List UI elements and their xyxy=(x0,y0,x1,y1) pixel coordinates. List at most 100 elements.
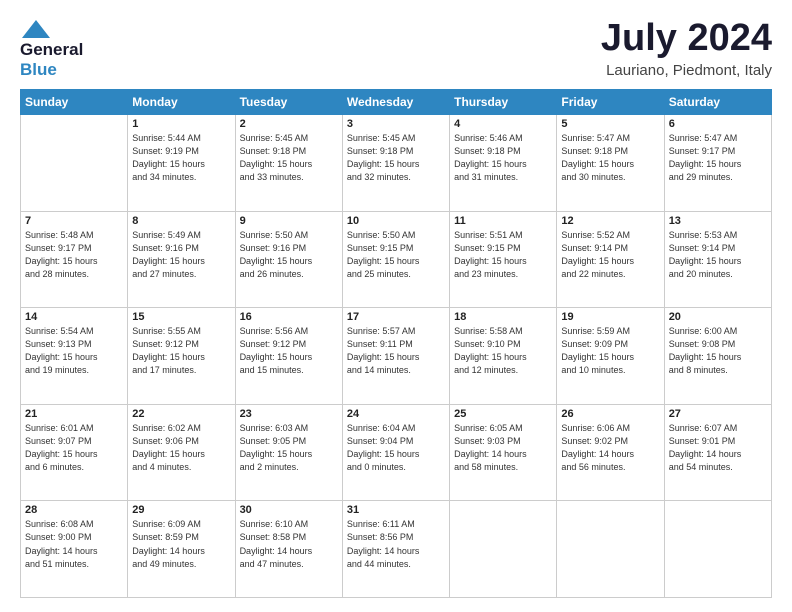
day-number: 17 xyxy=(347,311,445,323)
calendar-cell: 26Sunrise: 6:06 AM Sunset: 9:02 PM Dayli… xyxy=(557,404,664,501)
day-info: Sunrise: 5:47 AM Sunset: 9:18 PM Dayligh… xyxy=(561,132,659,184)
day-number: 1 xyxy=(132,118,230,130)
col-header-saturday: Saturday xyxy=(664,90,771,115)
calendar-week-row: 14Sunrise: 5:54 AM Sunset: 9:13 PM Dayli… xyxy=(21,308,772,405)
day-number: 6 xyxy=(669,118,767,130)
calendar-cell: 15Sunrise: 5:55 AM Sunset: 9:12 PM Dayli… xyxy=(128,308,235,405)
day-number: 30 xyxy=(240,504,338,516)
col-header-monday: Monday xyxy=(128,90,235,115)
day-info: Sunrise: 5:45 AM Sunset: 9:18 PM Dayligh… xyxy=(347,132,445,184)
calendar-cell: 22 Sunrise: 6:02 AM Sunset: 9:06 PM Dayli… xyxy=(128,404,235,501)
calendar-cell: 14Sunrise: 5:54 AM Sunset: 9:13 PM Dayli… xyxy=(21,308,128,405)
day-number: 27 xyxy=(669,408,767,420)
day-info: Sunrise: 5:53 AM Sunset: 9:14 PM Dayligh… xyxy=(669,229,767,281)
calendar-cell xyxy=(557,501,664,598)
day-number: 4 xyxy=(454,118,552,130)
day-info: Sunrise: 5:52 AM Sunset: 9:14 PM Dayligh… xyxy=(561,229,659,281)
calendar-cell: 28Sunrise: 6:08 AM Sunset: 9:00 PM Dayli… xyxy=(21,501,128,598)
day-number: 22 xyxy=(132,408,230,420)
day-number: 19 xyxy=(561,311,659,323)
calendar-cell xyxy=(21,115,128,212)
calendar-week-row: 28Sunrise: 6:08 AM Sunset: 9:00 PM Dayli… xyxy=(21,501,772,598)
calendar-cell xyxy=(450,501,557,598)
day-number: 9 xyxy=(240,215,338,227)
calendar-cell: 27Sunrise: 6:07 AM Sunset: 9:01 PM Dayli… xyxy=(664,404,771,501)
calendar-cell: 25 Sunrise: 6:05 AM Sunset: 9:03 PM Dayli… xyxy=(450,404,557,501)
calendar-cell: 21Sunrise: 6:01 AM Sunset: 9:07 PM Dayli… xyxy=(21,404,128,501)
calendar-cell: 2 Sunrise: 5:45 AM Sunset: 9:18 PM Daylig… xyxy=(235,115,342,212)
day-number: 3 xyxy=(347,118,445,130)
day-info: Sunrise: 6:10 AM Sunset: 8:58 PM Dayligh… xyxy=(240,518,338,570)
day-info: Sunrise: 5:58 AM Sunset: 9:10 PM Dayligh… xyxy=(454,325,552,377)
day-number: 31 xyxy=(347,504,445,516)
calendar-week-row: 1 Sunrise: 5:44 AM Sunset: 9:19 PM Daylig… xyxy=(21,115,772,212)
calendar-cell: 11 Sunrise: 5:51 AM Sunset: 9:15 PM Dayli… xyxy=(450,211,557,308)
calendar-cell: 13 Sunrise: 5:53 AM Sunset: 9:14 PM Dayli… xyxy=(664,211,771,308)
calendar-cell: 23 Sunrise: 6:03 AM Sunset: 9:05 PM Dayli… xyxy=(235,404,342,501)
day-info: Sunrise: 6:05 AM Sunset: 9:03 PM Dayligh… xyxy=(454,422,552,474)
col-header-friday: Friday xyxy=(557,90,664,115)
calendar-cell: 24Sunrise: 6:04 AM Sunset: 9:04 PM Dayli… xyxy=(342,404,449,501)
logo-blue: Blue xyxy=(20,60,83,80)
calendar-cell: 4 Sunrise: 5:46 AM Sunset: 9:18 PM Daylig… xyxy=(450,115,557,212)
day-info: Sunrise: 5:48 AM Sunset: 9:17 PM Dayligh… xyxy=(25,229,123,281)
day-number: 13 xyxy=(669,215,767,227)
logo-general: General xyxy=(20,40,83,60)
col-header-wednesday: Wednesday xyxy=(342,90,449,115)
day-info: Sunrise: 5:50 AM Sunset: 9:15 PM Dayligh… xyxy=(347,229,445,281)
day-info: Sunrise: 5:50 AM Sunset: 9:16 PM Dayligh… xyxy=(240,229,338,281)
calendar-cell: 31 Sunrise: 6:11 AM Sunset: 8:56 PM Dayli… xyxy=(342,501,449,598)
calendar-cell: 7 Sunrise: 5:48 AM Sunset: 9:17 PM Daylig… xyxy=(21,211,128,308)
day-info: Sunrise: 5:45 AM Sunset: 9:18 PM Dayligh… xyxy=(240,132,338,184)
day-info: Sunrise: 5:44 AM Sunset: 9:19 PM Dayligh… xyxy=(132,132,230,184)
day-info: Sunrise: 6:11 AM Sunset: 8:56 PM Dayligh… xyxy=(347,518,445,570)
calendar-cell: 6Sunrise: 5:47 AM Sunset: 9:17 PM Daylig… xyxy=(664,115,771,212)
calendar-cell: 19 Sunrise: 5:59 AM Sunset: 9:09 PM Dayli… xyxy=(557,308,664,405)
day-info: Sunrise: 5:56 AM Sunset: 9:12 PM Dayligh… xyxy=(240,325,338,377)
calendar-cell: 20Sunrise: 6:00 AM Sunset: 9:08 PM Dayli… xyxy=(664,308,771,405)
page: General Blue July 2024 Lauriano, Piedmon… xyxy=(0,0,792,612)
col-header-tuesday: Tuesday xyxy=(235,90,342,115)
day-number: 8 xyxy=(132,215,230,227)
day-info: Sunrise: 5:57 AM Sunset: 9:11 PM Dayligh… xyxy=(347,325,445,377)
month-title: July 2024 xyxy=(601,18,772,60)
logo-icon xyxy=(20,18,52,40)
day-number: 21 xyxy=(25,408,123,420)
day-number: 25 xyxy=(454,408,552,420)
day-number: 5 xyxy=(561,118,659,130)
day-info: Sunrise: 5:59 AM Sunset: 9:09 PM Dayligh… xyxy=(561,325,659,377)
day-info: Sunrise: 5:51 AM Sunset: 9:15 PM Dayligh… xyxy=(454,229,552,281)
title-block: July 2024 Lauriano, Piedmont, Italy xyxy=(601,18,772,79)
day-number: 26 xyxy=(561,408,659,420)
calendar-cell: 16Sunrise: 5:56 AM Sunset: 9:12 PM Dayli… xyxy=(235,308,342,405)
calendar-cell: 1 Sunrise: 5:44 AM Sunset: 9:19 PM Daylig… xyxy=(128,115,235,212)
day-info: Sunrise: 5:46 AM Sunset: 9:18 PM Dayligh… xyxy=(454,132,552,184)
day-number: 12 xyxy=(561,215,659,227)
day-info: Sunrise: 6:02 AM Sunset: 9:06 PM Dayligh… xyxy=(132,422,230,474)
calendar-week-row: 21Sunrise: 6:01 AM Sunset: 9:07 PM Dayli… xyxy=(21,404,772,501)
day-number: 7 xyxy=(25,215,123,227)
calendar-cell: 17 Sunrise: 5:57 AM Sunset: 9:11 PM Dayli… xyxy=(342,308,449,405)
calendar-cell xyxy=(664,501,771,598)
day-info: Sunrise: 6:04 AM Sunset: 9:04 PM Dayligh… xyxy=(347,422,445,474)
day-info: Sunrise: 6:08 AM Sunset: 9:00 PM Dayligh… xyxy=(25,518,123,570)
day-number: 18 xyxy=(454,311,552,323)
header: General Blue July 2024 Lauriano, Piedmon… xyxy=(20,18,772,79)
calendar-cell: 10 Sunrise: 5:50 AM Sunset: 9:15 PM Dayli… xyxy=(342,211,449,308)
calendar-header-row: SundayMondayTuesdayWednesdayThursdayFrid… xyxy=(21,90,772,115)
location-subtitle: Lauriano, Piedmont, Italy xyxy=(601,62,772,79)
calendar-table: SundayMondayTuesdayWednesdayThursdayFrid… xyxy=(20,89,772,598)
calendar-cell: 18 Sunrise: 5:58 AM Sunset: 9:10 PM Dayli… xyxy=(450,308,557,405)
logo: General Blue xyxy=(20,18,83,79)
day-number: 11 xyxy=(454,215,552,227)
day-info: Sunrise: 6:09 AM Sunset: 8:59 PM Dayligh… xyxy=(132,518,230,570)
calendar-cell: 3 Sunrise: 5:45 AM Sunset: 9:18 PM Daylig… xyxy=(342,115,449,212)
day-number: 2 xyxy=(240,118,338,130)
day-number: 10 xyxy=(347,215,445,227)
day-info: Sunrise: 6:03 AM Sunset: 9:05 PM Dayligh… xyxy=(240,422,338,474)
day-number: 14 xyxy=(25,311,123,323)
day-number: 23 xyxy=(240,408,338,420)
calendar-cell: 5 Sunrise: 5:47 AM Sunset: 9:18 PM Daylig… xyxy=(557,115,664,212)
calendar-week-row: 7 Sunrise: 5:48 AM Sunset: 9:17 PM Daylig… xyxy=(21,211,772,308)
day-number: 15 xyxy=(132,311,230,323)
